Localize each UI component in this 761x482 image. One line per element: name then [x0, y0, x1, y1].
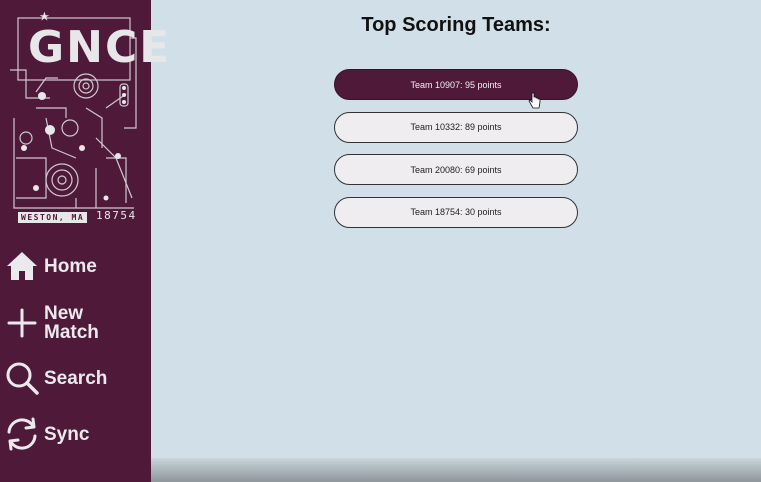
team-button[interactable]: Team 20080: 69 points [334, 154, 578, 185]
logo-team-number: 18754 [96, 209, 137, 222]
nav-sync-label: Sync [44, 423, 90, 445]
team-button[interactable]: Team 18754: 30 points [334, 196, 578, 228]
sync-icon [4, 416, 40, 452]
page-title: Top Scoring Teams: [361, 14, 551, 36]
sidebar: GNCE WESTON, MA 18754 Home New Match Sea… [0, 0, 169, 482]
team-logo: GNCE WESTON, MA 18754 [6, 8, 169, 228]
search-icon [4, 360, 40, 396]
nav-search-label: Search [44, 367, 108, 389]
team-button[interactable]: Team 10332: 89 points [334, 111, 578, 143]
nav-new-match-label: New Match [44, 303, 99, 343]
plus-icon [4, 305, 40, 341]
bottom-bar [151, 458, 761, 482]
nav-search[interactable]: Search [4, 360, 107, 396]
logo-wordmark: GNCE [28, 22, 172, 73]
logo-city: WESTON, MA [18, 212, 88, 223]
nav-home-label: Home [44, 255, 97, 277]
nav-home[interactable]: Home [4, 248, 97, 284]
hand-cursor-icon [528, 92, 541, 109]
home-icon [4, 248, 40, 284]
nav-sync[interactable]: Sync [4, 416, 89, 452]
nav-new-match[interactable]: New Match [4, 304, 114, 342]
